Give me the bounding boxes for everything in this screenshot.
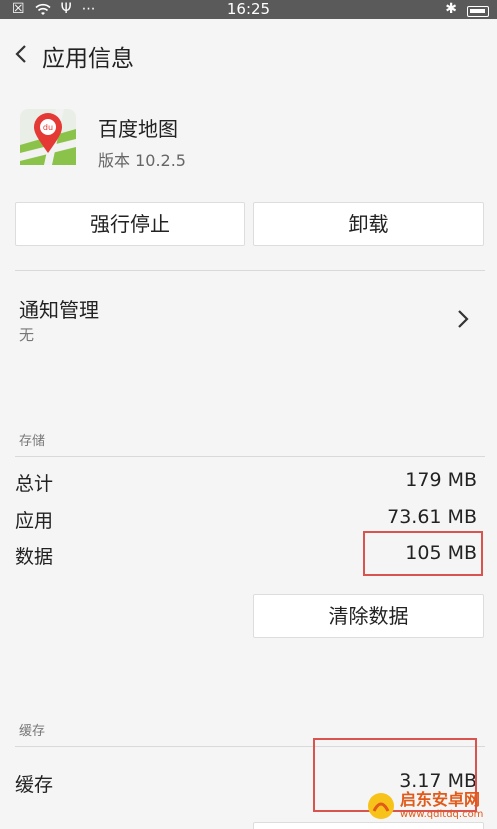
divider xyxy=(15,456,485,457)
app-icon-label: du xyxy=(43,123,53,132)
uninstall-button[interactable]: 卸载 xyxy=(253,202,484,246)
baidu-map-app-icon: du xyxy=(20,109,76,165)
status-bar-right: ✱ xyxy=(445,0,489,19)
app-name: 百度地图 xyxy=(98,117,178,141)
notification-management-row[interactable]: 通知管理 无 xyxy=(0,272,497,372)
bluetooth-icon: ✱ xyxy=(445,1,457,17)
storage-total-value: 179 MB xyxy=(405,469,477,491)
battery-icon xyxy=(467,6,489,17)
status-time: 16:25 xyxy=(226,0,271,18)
page-title: 应用信息 xyxy=(42,46,134,72)
status-bar: ☒ Ψ ⋯ 16:25 ✱ xyxy=(0,0,497,19)
watermark-line1: 启东安卓网 xyxy=(400,790,481,809)
back-arrow-icon[interactable] xyxy=(10,40,34,68)
watermark-logo-icon xyxy=(368,793,394,819)
storage-app-label: 应用 xyxy=(15,510,54,532)
watermark-line2: www.qdltdq.com xyxy=(400,809,484,820)
clear-data-button[interactable]: 清除数据 xyxy=(253,594,484,638)
storage-data-label: 数据 xyxy=(15,546,54,568)
cache-section-label: 缓存 xyxy=(19,724,46,739)
notification-management-title: 通知管理 xyxy=(19,298,99,322)
app-bar: 应用信息 xyxy=(0,19,497,89)
site-watermark: 启东安卓网 www.qdltdq.com xyxy=(366,783,497,829)
highlight-box xyxy=(363,531,483,576)
storage-section-label: 存储 xyxy=(19,434,46,449)
divider xyxy=(15,270,485,271)
force-stop-button[interactable]: 强行停止 xyxy=(15,202,245,246)
chevron-right-icon xyxy=(458,310,469,328)
storage-app-value: 73.61 MB xyxy=(387,506,477,528)
cache-label: 缓存 xyxy=(15,774,54,796)
notification-management-value: 无 xyxy=(19,326,35,344)
app-version: 版本 10.2.5 xyxy=(98,151,186,170)
watermark-text: 启东安卓网 www.qdltdq.com xyxy=(400,791,483,821)
storage-total-label: 总计 xyxy=(15,473,54,495)
